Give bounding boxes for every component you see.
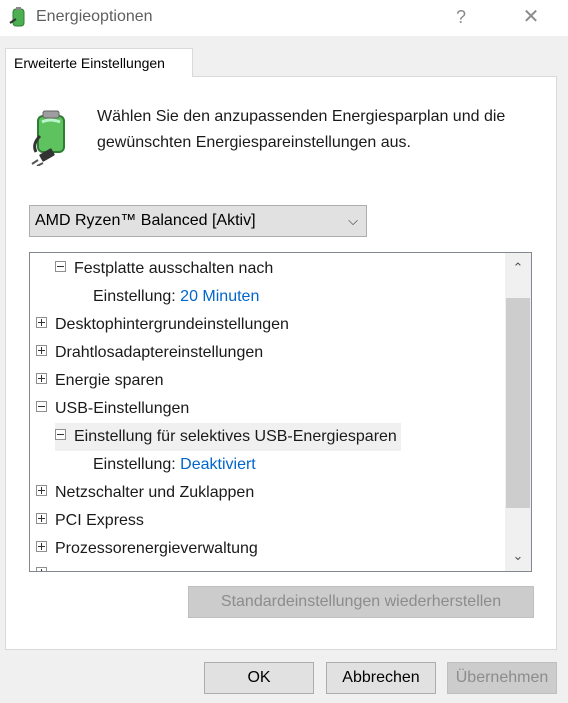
tree-item-label: Einstellung für selektives USB-Energiesp… — [74, 428, 397, 445]
expand-icon[interactable] — [36, 317, 47, 329]
tree-item-label: Energie sparen — [55, 372, 164, 389]
tree-item-label: PCI Express — [55, 512, 144, 529]
collapse-icon[interactable] — [55, 429, 66, 441]
tree-item-label: Drahtlosadaptereinstellungen — [55, 344, 264, 361]
expand-icon[interactable] — [36, 541, 47, 553]
cancel-button[interactable]: Abbrechen — [326, 662, 436, 694]
scroll-thumb[interactable] — [506, 298, 530, 508]
power-options-icon — [9, 7, 25, 27]
window-title: Energieoptionen — [36, 8, 153, 25]
tree-item-usb-settings[interactable]: USB-Einstellungen — [36, 395, 189, 423]
setting-value-link[interactable]: 20 Minuten — [180, 288, 259, 305]
power-plan-dropdown[interactable]: AMD Ryzen™ Balanced [Aktiv] ⌵ — [29, 205, 367, 237]
tree-item-partial — [36, 561, 55, 571]
setting-value-link[interactable]: Deaktiviert — [180, 456, 256, 473]
tree-item-label: Desktophintergrundeinstellungen — [55, 316, 289, 333]
tree-item-pci-express[interactable]: PCI Express — [36, 507, 144, 535]
intro-text: Wählen Sie den anzupassenden Energiespar… — [97, 108, 506, 151]
scroll-up-arrow-icon[interactable]: ⌃ — [505, 253, 531, 283]
expand-icon — [36, 567, 47, 571]
tree-item-label: Festplatte ausschalten nach — [74, 260, 274, 277]
expand-icon[interactable] — [36, 345, 47, 357]
tree-item-processor-power[interactable]: Prozessorenergieverwaltung — [36, 535, 258, 563]
scroll-down-arrow-icon[interactable]: ⌄ — [505, 541, 531, 571]
title-bar: Energieoptionen ? ✕ — [0, 0, 568, 36]
tree-setting-hard-disk: Einstellung: 20 Minuten — [93, 283, 259, 311]
tree-item-label: Prozessorenergieverwaltung — [55, 540, 258, 557]
setting-label: Einstellung: — [93, 456, 176, 473]
chevron-down-icon: ⌵ — [348, 213, 358, 228]
tree-item-desktop-background[interactable]: Desktophintergrundeinstellungen — [36, 311, 289, 339]
apply-button[interactable]: Übernehmen — [447, 662, 557, 694]
collapse-icon[interactable] — [36, 401, 47, 413]
tree-item-usb-selective-suspend[interactable]: Einstellung für selektives USB-Energiesp… — [55, 423, 401, 451]
help-button[interactable]: ? — [438, 0, 484, 34]
tab-advanced-settings[interactable]: Erweiterte Einstellungen — [5, 48, 193, 77]
tree-item-power-buttons-lid[interactable]: Netzschalter und Zuklappen — [36, 479, 254, 507]
tree-item-wireless-adapter[interactable]: Drahtlosadaptereinstellungen — [36, 339, 263, 367]
expand-icon[interactable] — [36, 513, 47, 525]
tree-item-label: Netzschalter und Zuklappen — [55, 484, 255, 501]
expand-icon[interactable] — [36, 373, 47, 385]
setting-label: Einstellung: — [93, 288, 176, 305]
tree-item-energy-saving[interactable]: Energie sparen — [36, 367, 164, 395]
settings-tree[interactable]: Festplatte ausschalten nach Einstellung:… — [29, 252, 532, 572]
tree-item-hard-disk[interactable]: Festplatte ausschalten nach — [55, 255, 273, 283]
ok-button[interactable]: OK — [204, 662, 314, 694]
close-button[interactable]: ✕ — [508, 0, 554, 34]
tree-item-label: USB-Einstellungen — [55, 400, 190, 417]
tree-setting-usb-selective-suspend: Einstellung: Deaktiviert — [93, 451, 256, 479]
expand-icon[interactable] — [36, 485, 47, 497]
collapse-icon[interactable] — [55, 261, 66, 273]
battery-plug-icon — [31, 110, 65, 166]
power-plan-selected: AMD Ryzen™ Balanced [Aktiv] — [35, 212, 256, 229]
vertical-scrollbar[interactable]: ⌃ ⌄ — [505, 253, 531, 571]
restore-defaults-button[interactable]: Standardeinstellungen wiederherstellen — [188, 586, 534, 618]
